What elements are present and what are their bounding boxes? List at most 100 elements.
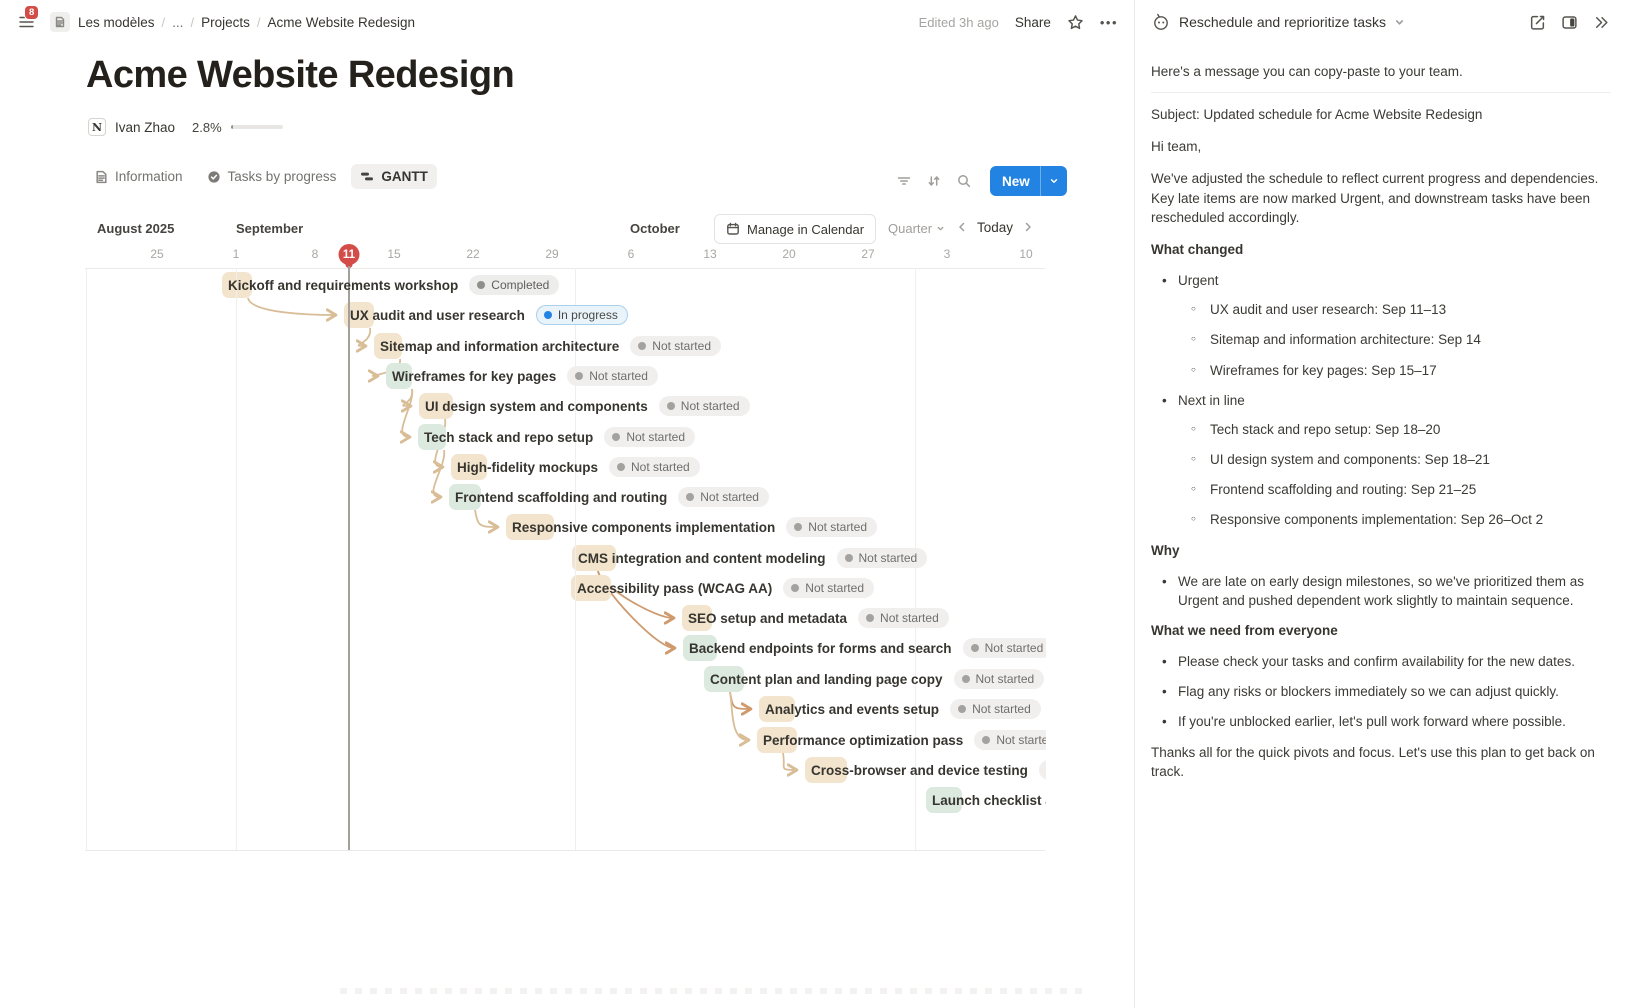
ai-thread-title[interactable]: Reschedule and reprioritize tasks bbox=[1179, 14, 1386, 30]
favorite-star-icon[interactable] bbox=[1067, 14, 1084, 31]
status-label: Not started bbox=[976, 672, 1035, 686]
grid-month-line bbox=[236, 268, 237, 850]
status-dot bbox=[477, 281, 485, 289]
gantt-task-row[interactable]: Content plan and landing page copyNot st… bbox=[704, 665, 1044, 693]
message-sublist: Tech stack and repo setup: Sep 18–20UI d… bbox=[1178, 420, 1611, 530]
dependency-arrow bbox=[730, 692, 750, 709]
status-label: Not started bbox=[985, 641, 1044, 655]
task-status-badge[interactable]: Not started bbox=[974, 730, 1046, 750]
task-status-badge[interactable]: Not started bbox=[837, 548, 928, 568]
gantt-task-row[interactable]: Backend endpoints for forms and search No… bbox=[683, 634, 1046, 662]
message-paragraph: Hi team, bbox=[1151, 137, 1611, 156]
status-dot bbox=[667, 402, 675, 410]
dependency-arrow bbox=[783, 753, 796, 770]
status-label: Not started bbox=[626, 430, 685, 444]
gantt-grid: Kickoff and requirements workshopComplet… bbox=[0, 0, 1046, 868]
gantt-task-row[interactable]: UI design system and components Not start… bbox=[419, 392, 750, 420]
app-window: 8 Les modèles / ... / Projects / Acme We… bbox=[0, 0, 1626, 1008]
task-status-badge[interactable]: Completed bbox=[469, 275, 559, 295]
gantt-task-label: Accessibility pass (WCAG AA) bbox=[577, 581, 772, 596]
timeline-minimap bbox=[340, 988, 1088, 994]
gantt-task-row[interactable]: Wireframes for key pages Not started bbox=[386, 362, 658, 390]
task-status-badge[interactable]: Not started bbox=[858, 608, 949, 628]
message-sublist-item: UI design system and components: Sep 18–… bbox=[1178, 450, 1611, 469]
compose-icon[interactable] bbox=[1529, 14, 1546, 31]
gantt-task-row[interactable]: Accessibility pass (WCAG AA) Not started bbox=[571, 574, 874, 602]
status-label: Not started bbox=[880, 611, 939, 625]
task-status-badge[interactable]: Not started bbox=[567, 366, 658, 386]
message-heading: Why bbox=[1151, 541, 1611, 560]
task-status-badge[interactable]: Not started bbox=[783, 578, 874, 598]
collapse-panel-icon[interactable] bbox=[1593, 14, 1610, 31]
task-status-badge[interactable]: Not started bbox=[954, 669, 1045, 689]
message-list-item: Next in line Tech stack and repo setup: S… bbox=[1151, 391, 1611, 530]
gantt-task-label: Frontend scaffolding and routing bbox=[455, 490, 667, 505]
message-list-item: Please check your tasks and confirm avai… bbox=[1151, 652, 1611, 671]
message-heading: What we need from everyone bbox=[1151, 621, 1611, 640]
gantt-task-row[interactable]: Kickoff and requirements workshopComplet… bbox=[222, 271, 559, 299]
gantt-task-row[interactable]: Sitemap and information architectureNot … bbox=[374, 332, 721, 360]
grid-month-line bbox=[86, 268, 87, 850]
task-status-badge[interactable]: Not started bbox=[609, 457, 700, 477]
more-options-button[interactable]: ••• bbox=[1100, 15, 1118, 30]
dependency-arrow bbox=[248, 298, 335, 315]
status-label: Not started bbox=[681, 399, 740, 413]
message-sublist-item: UX audit and user research: Sep 11–13 bbox=[1178, 300, 1611, 319]
gantt-task-label: Backend endpoints for forms and search bbox=[689, 641, 952, 656]
message-sublist-item: Wireframes for key pages: Sep 15–17 bbox=[1178, 361, 1611, 380]
list-item-text: Next in line bbox=[1178, 393, 1245, 408]
ai-intro-text: Here's a message you can copy-paste to y… bbox=[1151, 62, 1611, 81]
gantt-task-label: Cross-browser and device testing bbox=[811, 763, 1028, 778]
status-label: Not started bbox=[700, 490, 759, 504]
message-sublist-item: Sitemap and information architecture: Se… bbox=[1178, 330, 1611, 349]
ai-face-icon bbox=[1151, 12, 1171, 32]
status-dot bbox=[971, 644, 979, 652]
gantt-task-row[interactable]: CMS integration and content modelingNot … bbox=[572, 544, 927, 572]
status-dot bbox=[686, 493, 694, 501]
dependency-arrow bbox=[475, 510, 497, 527]
grid-month-line bbox=[575, 268, 576, 850]
message-list-item: We are late on early design milestones, … bbox=[1151, 572, 1611, 610]
task-status-badge[interactable]: Not started bbox=[630, 336, 721, 356]
status-dot bbox=[982, 736, 990, 744]
status-label: Not started bbox=[805, 581, 864, 595]
grid-line-top bbox=[85, 268, 1045, 269]
status-dot bbox=[638, 342, 646, 350]
message-paragraph: Subject: Updated schedule for Acme Websi… bbox=[1151, 105, 1611, 124]
task-status-badge[interactable]: Not started bbox=[1039, 760, 1046, 780]
task-status-badge[interactable]: In progress bbox=[536, 305, 628, 325]
status-dot bbox=[845, 554, 853, 562]
gantt-task-row[interactable]: Responsive components implementationNot … bbox=[506, 513, 877, 541]
gantt-task-row[interactable]: Launch checklist a bbox=[926, 786, 1046, 814]
list-item-text: Urgent bbox=[1178, 273, 1219, 288]
message-heading: What changed bbox=[1151, 240, 1611, 259]
gantt-task-row[interactable]: Analytics and events setup Not started bbox=[759, 695, 1041, 723]
status-dot bbox=[617, 463, 625, 471]
task-status-badge[interactable]: Not started bbox=[659, 396, 750, 416]
gantt-task-label: Analytics and events setup bbox=[765, 702, 939, 717]
task-status-badge[interactable]: Not started bbox=[963, 638, 1046, 658]
task-status-badge[interactable]: Not started bbox=[786, 517, 877, 537]
gantt-task-label: Wireframes for key pages bbox=[392, 369, 556, 384]
list-item-text: Flag any risks or blockers immediately s… bbox=[1178, 684, 1559, 699]
status-dot bbox=[962, 675, 970, 683]
status-dot bbox=[791, 584, 799, 592]
gantt-task-row[interactable]: Performance optimization passNot started bbox=[757, 726, 1046, 754]
chevron-down-icon[interactable] bbox=[1394, 17, 1405, 28]
task-status-badge[interactable]: Not started bbox=[950, 699, 1041, 719]
status-dot bbox=[958, 705, 966, 713]
status-label: Not started bbox=[589, 369, 648, 383]
status-label: Not started bbox=[652, 339, 711, 353]
gantt-task-row[interactable]: Cross-browser and device testing Not star… bbox=[805, 756, 1046, 784]
dependency-arrow bbox=[730, 692, 748, 740]
status-label: In progress bbox=[558, 308, 618, 322]
gantt-task-row[interactable]: SEO setup and metadataNot started bbox=[682, 604, 949, 632]
sidebar-toggle-icon[interactable] bbox=[1561, 14, 1578, 31]
gantt-task-row[interactable]: Tech stack and repo setupNot started bbox=[418, 423, 695, 451]
status-label: Not started bbox=[859, 551, 918, 565]
gantt-task-row[interactable]: UX audit and user researchIn progress bbox=[344, 301, 628, 329]
gantt-task-label: UI design system and components bbox=[425, 399, 648, 414]
gantt-task-row[interactable]: Frontend scaffolding and routing Not star… bbox=[449, 483, 769, 511]
task-status-badge[interactable]: Not started bbox=[604, 427, 695, 447]
task-status-badge[interactable]: Not started bbox=[678, 487, 769, 507]
